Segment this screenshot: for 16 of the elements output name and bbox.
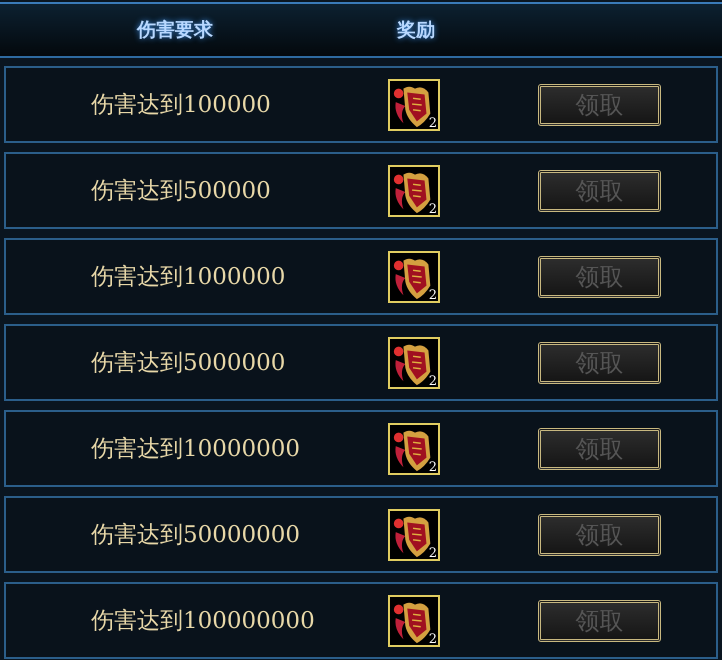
damage-requirement: 伤害达到100000 (91, 91, 271, 120)
column-heading: 奖励 (397, 18, 435, 43)
column-heading: 伤害要求 (137, 18, 213, 43)
item-count: 2 (428, 460, 437, 474)
damage-requirement: 伤害达到10000000 (91, 435, 300, 464)
item-count: 2 (428, 116, 437, 130)
item-count: 2 (428, 546, 437, 560)
damage-requirement: 伤害达到500000 (91, 177, 271, 206)
item-count: 2 (428, 632, 437, 646)
item-count: 2 (428, 202, 437, 216)
damage-requirement: 伤害达到50000000 (91, 521, 300, 550)
item-count: 2 (428, 374, 437, 388)
damage-requirement: 伤害达到5000000 (91, 349, 286, 378)
damage-requirement: 伤害达到100000000 (91, 607, 315, 636)
damage-requirement: 伤害达到1000000 (91, 263, 286, 292)
item-count: 2 (428, 288, 437, 302)
